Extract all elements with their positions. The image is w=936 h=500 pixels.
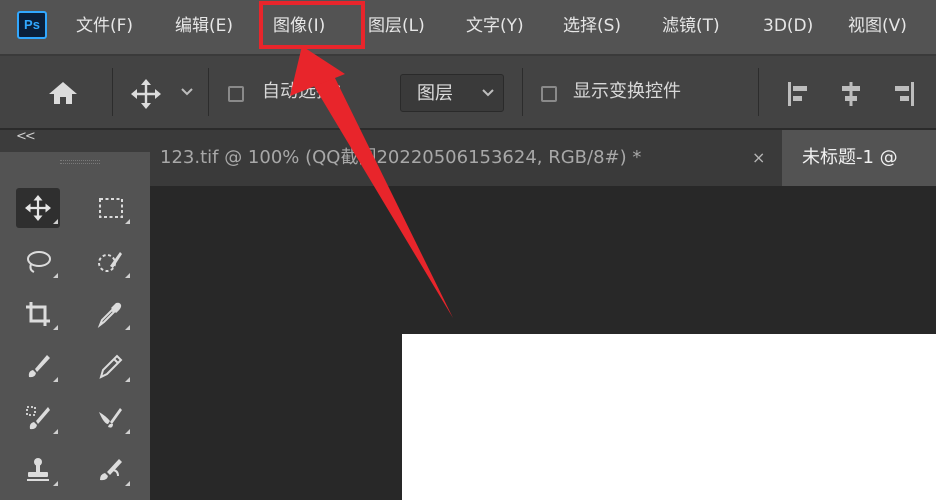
quick-select-tool[interactable] [88, 242, 132, 282]
submenu-indicator [53, 325, 58, 330]
stamp-tool[interactable] [16, 450, 60, 490]
options-separator [522, 68, 523, 116]
mixer-brush-icon [99, 408, 122, 428]
align-center-icon[interactable] [838, 80, 864, 108]
submenu-indicator [53, 481, 58, 486]
tools-panel [0, 152, 150, 500]
move-icon[interactable] [130, 78, 162, 110]
submenu-indicator [125, 273, 130, 278]
menu-bar: Ps 文件(F) 编辑(E) 图像(I) 图层(L) 文字(Y) 选择(S) 滤… [0, 0, 936, 54]
menu-view[interactable]: 视图(V) [848, 13, 907, 39]
menu-select[interactable]: 选择(S) [563, 13, 621, 39]
document-tab-label: 123.tif @ 100% (QQ截图20220506153624, RGB/… [160, 147, 642, 168]
document-tab-label: 未标题-1 @ [802, 147, 898, 168]
submenu-indicator [53, 219, 58, 224]
menu-file[interactable]: 文件(F) [76, 13, 133, 39]
options-separator [208, 68, 209, 116]
healing-brush-icon [28, 355, 50, 378]
history-brush-icon [100, 459, 122, 481]
eyedropper-icon [97, 302, 122, 328]
healing-brush-tool[interactable] [16, 346, 60, 386]
auto-select-target-value: 图层 [417, 83, 453, 104]
options-bar: 自动选择： 图层 显示变换控件 [0, 54, 936, 128]
show-transform-checkbox[interactable] [541, 86, 557, 102]
submenu-indicator [125, 377, 130, 382]
history-brush-tool[interactable] [88, 450, 132, 490]
close-tab-icon[interactable]: × [752, 130, 765, 186]
submenu-indicator [125, 429, 130, 434]
toolbar-grip[interactable] [60, 160, 100, 164]
auto-select-label: 自动选择： [262, 81, 352, 102]
eyedropper-tool[interactable] [88, 294, 132, 334]
move-icon [25, 195, 51, 221]
submenu-indicator [53, 377, 58, 382]
document-tab-bar: 123.tif @ 100% (QQ截图20220506153624, RGB/… [150, 130, 936, 186]
photoshop-logo: Ps [17, 11, 47, 39]
lasso-icon [27, 251, 51, 273]
marquee-tool[interactable] [88, 188, 132, 228]
options-separator [112, 68, 113, 116]
pencil-icon [99, 354, 123, 379]
menu-layer[interactable]: 图层(L) [368, 13, 425, 39]
submenu-indicator [53, 429, 58, 434]
document-tab-active[interactable]: 未标题-1 @ [782, 130, 936, 186]
chevron-down-icon [482, 89, 494, 97]
submenu-indicator [125, 219, 130, 224]
panel-collapse-strip: << [0, 129, 150, 152]
brush-tool[interactable] [88, 346, 132, 386]
move-tool[interactable] [16, 188, 60, 228]
align-left-icon[interactable] [786, 80, 812, 108]
document-tab[interactable]: 123.tif @ 100% (QQ截图20220506153624, RGB/… [160, 130, 780, 186]
submenu-indicator [125, 325, 130, 330]
chevron-down-icon[interactable] [180, 87, 194, 97]
auto-select-checkbox[interactable] [228, 86, 244, 102]
lasso-tool[interactable] [16, 242, 60, 282]
show-transform-label: 显示变换控件 [573, 81, 681, 102]
menu-filter[interactable]: 滤镜(T) [662, 13, 720, 39]
rect-marquee-icon [99, 198, 123, 218]
align-right-icon[interactable] [890, 80, 916, 108]
auto-select-target-dropdown[interactable]: 图层 [400, 74, 504, 112]
menu-3d[interactable]: 3D(D) [763, 13, 813, 39]
clone-stamp-icon [26, 406, 50, 430]
submenu-indicator [125, 481, 130, 486]
document-canvas[interactable] [402, 334, 936, 500]
menu-type[interactable]: 文字(Y) [466, 13, 524, 39]
menu-image-highlight-box [259, 1, 365, 49]
submenu-indicator [53, 273, 58, 278]
collapse-panel-button[interactable]: << [16, 129, 36, 144]
quick-select-icon [98, 252, 122, 272]
mixer-brush-tool[interactable] [88, 398, 132, 438]
home-icon[interactable] [47, 80, 79, 106]
crop-tool[interactable] [16, 294, 60, 334]
stamp-icon [27, 458, 49, 481]
clone-stamp-tool[interactable] [16, 398, 60, 438]
crop-icon [26, 302, 50, 326]
menu-edit[interactable]: 编辑(E) [175, 13, 233, 39]
options-separator [758, 68, 759, 116]
